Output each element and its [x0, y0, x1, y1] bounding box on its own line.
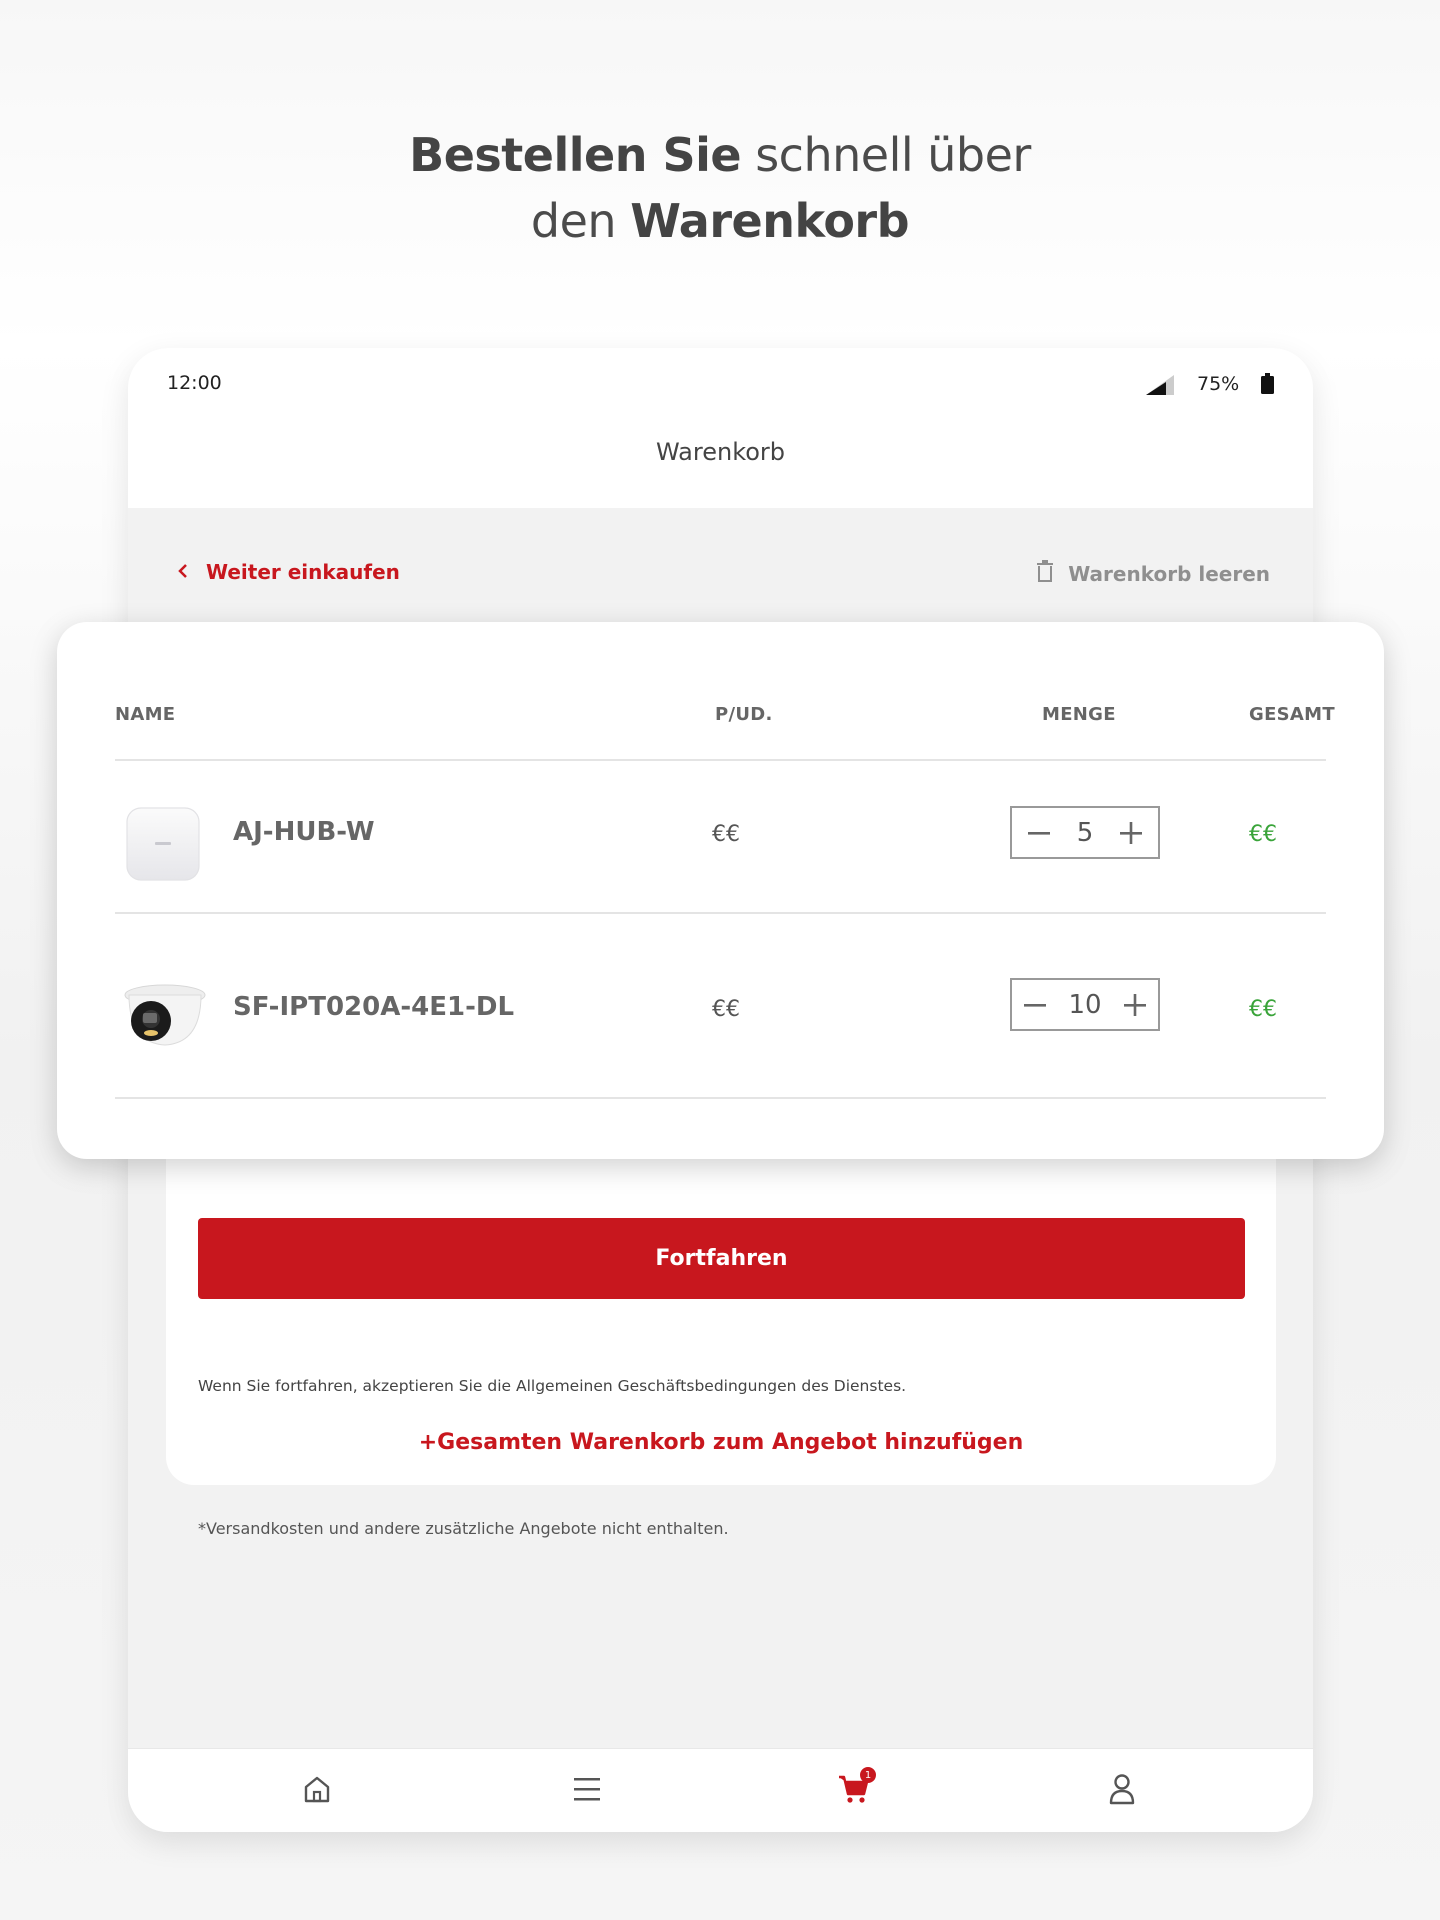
product-name[interactable]: SF-IPT020A-4E1-DL: [233, 992, 514, 1022]
bottom-navigation: 1: [128, 1748, 1313, 1832]
user-icon: [1108, 1773, 1136, 1809]
product-image-hub: [121, 802, 205, 886]
chevron-left-icon: [178, 560, 188, 584]
terms-notice: Wenn Sie fortfahren, akzeptieren Sie die…: [198, 1377, 907, 1395]
status-time: 12:00: [167, 372, 222, 394]
shipping-disclaimer: *Versandkosten und andere zusätzliche An…: [198, 1519, 729, 1538]
add-cart-to-offer-link[interactable]: +Gesamten Warenkorb zum Angebot hinzufüg…: [166, 1430, 1276, 1455]
status-bar: 12:00 75%: [128, 348, 1313, 408]
decrease-button[interactable]: [1026, 820, 1052, 846]
app-bar: Warenkorb: [128, 408, 1313, 508]
plus-icon: [1124, 993, 1146, 1016]
col-header-name: NAME: [115, 704, 176, 725]
row-total: €€: [1249, 822, 1277, 847]
decrease-button[interactable]: [1022, 992, 1048, 1018]
divider: [115, 912, 1326, 914]
col-header-total: GESAMT: [1249, 704, 1335, 725]
battery-percent: 75%: [1197, 373, 1240, 395]
divider: [115, 1097, 1326, 1099]
product-image-camera: [121, 973, 206, 1057]
increase-button[interactable]: [1118, 820, 1144, 846]
quantity-value[interactable]: 10: [1068, 990, 1101, 1020]
minus-icon: [1028, 831, 1050, 835]
quantity-value[interactable]: 5: [1077, 818, 1094, 848]
divider: [115, 759, 1326, 761]
plus-icon: [1119, 821, 1142, 844]
cart-subnav: Weiter einkaufen Warenkorb leeren: [128, 508, 1313, 623]
account-nav-button[interactable]: [1102, 1771, 1142, 1811]
col-header-unit-price: P/UD.: [715, 704, 773, 725]
trash-icon: [1036, 560, 1054, 587]
menu-nav-button[interactable]: [567, 1771, 607, 1811]
headline-text-1: schnell über: [741, 128, 1031, 182]
cart-badge: 1: [860, 1767, 876, 1783]
signal-icon: [1146, 375, 1174, 400]
headline-text-2: den: [530, 194, 631, 248]
page-headline: Bestellen Sie schnell über den Warenkorb: [0, 122, 1440, 254]
clear-cart-label: Warenkorb leeren: [1068, 561, 1270, 586]
continue-shopping-label: Weiter einkaufen: [206, 560, 400, 584]
increase-button[interactable]: [1122, 992, 1148, 1018]
continue-button[interactable]: Fortfahren: [198, 1218, 1245, 1299]
product-name[interactable]: AJ-HUB-W: [233, 817, 375, 847]
minus-icon: [1024, 1003, 1046, 1007]
clear-cart-link[interactable]: Warenkorb leeren: [1036, 560, 1270, 587]
cart-table-card: NAME P/UD. MENGE GESAMT AJ-HUB-W €€ 5 €€…: [57, 622, 1384, 1159]
quantity-stepper: 5: [1010, 806, 1160, 859]
quantity-stepper: 10: [1010, 978, 1160, 1031]
menu-icon: [572, 1776, 602, 1806]
battery-icon: [1261, 373, 1274, 399]
table-row: SF-IPT020A-4E1-DL €€ 10 €€: [57, 915, 1384, 1065]
continue-shopping-link[interactable]: Weiter einkaufen: [178, 560, 400, 584]
home-icon: [302, 1774, 332, 1808]
row-total: €€: [1249, 997, 1277, 1022]
unit-price: €€: [712, 822, 740, 847]
cart-nav-button[interactable]: 1: [834, 1767, 876, 1811]
table-row: AJ-HUB-W €€ 5 €€: [57, 762, 1384, 912]
home-nav-button[interactable]: [297, 1771, 337, 1811]
page-title: Warenkorb: [655, 438, 786, 466]
headline-bold-2: Warenkorb: [630, 194, 910, 248]
headline-bold-1: Bestellen Sie: [409, 128, 742, 182]
unit-price: €€: [712, 997, 740, 1022]
col-header-quantity: MENGE: [1042, 704, 1116, 725]
